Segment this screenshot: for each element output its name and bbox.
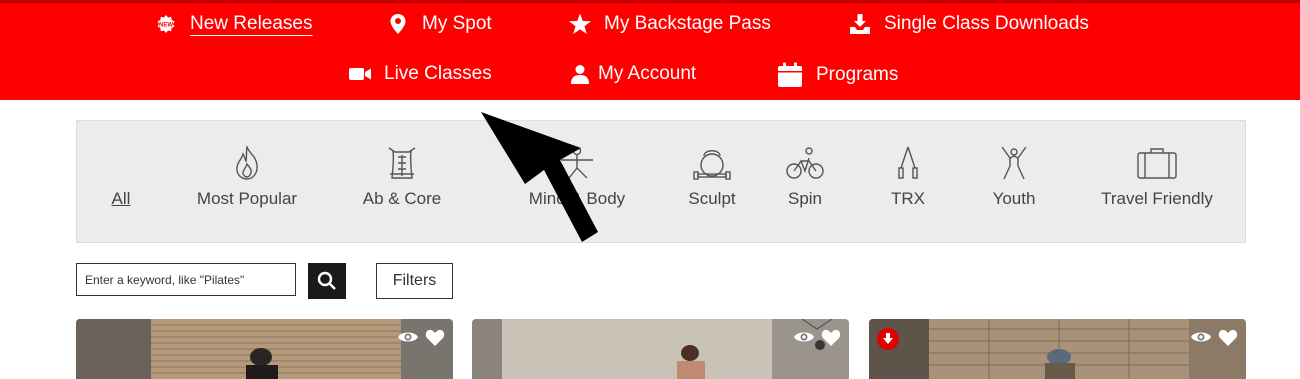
nav-item-label: Live Classes <box>384 63 492 84</box>
search-input[interactable] <box>76 263 296 296</box>
category-label: Youth <box>992 189 1036 208</box>
filters-label: Filters <box>392 272 437 289</box>
category-label: All <box>111 189 131 208</box>
category-travel-friendly[interactable]: Travel Friendly <box>1097 121 1217 242</box>
category-label: Travel Friendly <box>1101 189 1213 208</box>
suitcase-icon <box>1137 145 1177 181</box>
nav-item-my-account[interactable]: My Account <box>568 62 696 86</box>
category-youth[interactable]: Youth <box>969 121 1059 242</box>
category-most-popular[interactable]: Most Popular <box>187 121 307 242</box>
category-label: TRX <box>891 189 925 208</box>
jumping-person-icon <box>994 145 1034 181</box>
nav-item-new-releases[interactable]: NEW New Releases <box>154 12 313 36</box>
calendar-icon <box>776 62 804 88</box>
nav-item-my-backstage-pass[interactable]: My Backstage Pass <box>568 12 771 36</box>
class-card[interactable] <box>869 319 1246 379</box>
card-actions <box>793 329 841 352</box>
nav-top-border <box>0 0 1300 3</box>
user-icon <box>568 62 592 86</box>
category-label: Mind & Body <box>528 189 626 208</box>
nav-item-label: My Spot <box>422 13 492 34</box>
category-ab-core[interactable]: Ab & Core <box>342 121 462 242</box>
nav-item-programs[interactable]: Programs <box>776 62 898 88</box>
star-icon <box>568 12 592 36</box>
category-label: Most Popular <box>196 189 298 208</box>
download-arrow-icon <box>882 333 894 345</box>
torso-icon <box>382 145 422 181</box>
category-label: Sculpt <box>688 189 736 208</box>
nav-item-label: My Account <box>598 63 697 84</box>
card-actions <box>397 329 445 352</box>
nav-item-label: New Releases <box>190 13 313 34</box>
card-actions <box>1190 329 1238 352</box>
nav-item-live-classes[interactable]: Live Classes <box>348 62 492 86</box>
yoga-pose-icon <box>557 145 597 181</box>
category-all[interactable]: All <box>101 121 141 242</box>
heart-icon[interactable] <box>821 329 841 352</box>
eye-icon[interactable] <box>397 329 419 352</box>
cyclist-icon <box>785 145 825 181</box>
download-badge[interactable] <box>877 328 899 350</box>
class-card[interactable] <box>76 319 453 379</box>
filters-button[interactable]: Filters <box>376 263 453 299</box>
map-pin-icon <box>386 12 410 36</box>
nav-item-my-spot[interactable]: My Spot <box>386 12 492 36</box>
category-mind-body[interactable]: Mind & Body <box>507 121 647 242</box>
badge-icon: NEW <box>154 12 178 36</box>
nav-item-label: Programs <box>816 64 899 85</box>
flame-icon <box>227 145 267 181</box>
category-bar: All Most Popular Ab & Core Mind & Body S… <box>76 120 1246 243</box>
heart-icon[interactable] <box>1218 329 1238 352</box>
search-button[interactable] <box>308 263 346 299</box>
download-tray-icon <box>848 12 872 36</box>
nav-item-label: Single Class Downloads <box>884 13 1089 34</box>
straps-icon <box>888 145 928 181</box>
video-camera-icon <box>348 62 372 86</box>
category-label: Spin <box>787 189 823 208</box>
nav-item-single-class-downloads[interactable]: Single Class Downloads <box>848 12 1089 36</box>
category-label: Ab & Core <box>362 189 442 208</box>
category-spin[interactable]: Spin <box>757 121 853 242</box>
nav-item-label: My Backstage Pass <box>604 13 771 34</box>
eye-icon[interactable] <box>1190 329 1212 352</box>
category-trx[interactable]: TRX <box>863 121 953 242</box>
heart-icon[interactable] <box>425 329 445 352</box>
eye-icon[interactable] <box>793 329 815 352</box>
class-card[interactable] <box>472 319 849 379</box>
kettlebell-icon <box>692 145 732 181</box>
search-icon <box>317 271 337 291</box>
svg-text:NEW: NEW <box>159 23 173 29</box>
category-sculpt[interactable]: Sculpt <box>657 121 767 242</box>
top-navigation: NEW New Releases My Spot My Backstage Pa… <box>0 0 1300 100</box>
